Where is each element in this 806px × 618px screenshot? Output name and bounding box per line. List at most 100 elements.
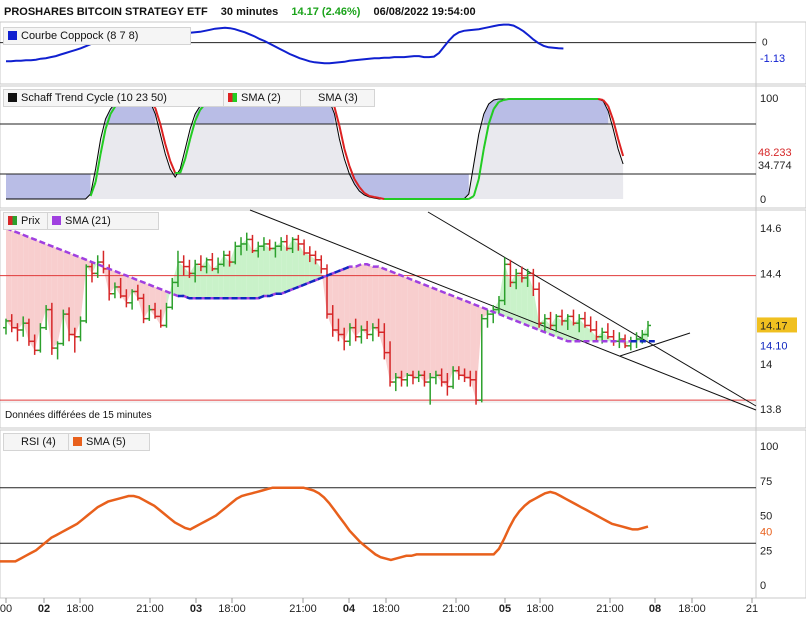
price-change: 14.17 (2.46%) [291, 6, 361, 18]
interval-label: 30 minutes [220, 6, 279, 18]
price-sma-fill [292, 239, 299, 290]
instrument-name: PROSHARES BITCOIN STRATEGY ETF [4, 6, 208, 18]
price-sma-fill [11, 230, 18, 330]
legend-coppock-label: Courbe Coppock (8 7 8) [21, 30, 139, 42]
time-label: 18:00 [372, 603, 400, 615]
rsi-tick-label: 100 [760, 441, 778, 453]
time-label: 18:00 [218, 603, 246, 615]
legend-schaff-sma2[interactable]: SMA (2) [223, 89, 307, 107]
legend-prix[interactable]: Prix [3, 212, 53, 230]
price-sma-fill [424, 284, 431, 383]
time-label: 21:00 [596, 603, 624, 615]
rsi-tick-label: 0 [760, 580, 766, 592]
price-sma-fill [418, 282, 425, 383]
time-label: 08 [649, 603, 661, 615]
legend-rsi-sma[interactable]: SMA (5) [68, 433, 150, 451]
schaff-sma2-segment [374, 196, 380, 199]
schaff-last-value: 34.774 [758, 160, 792, 172]
price-sma-fill [390, 271, 396, 383]
price-tick-label: 14 [760, 359, 772, 371]
price-sma-fill [241, 239, 247, 299]
time-label: 03 [190, 603, 202, 615]
price-sma-fill [349, 266, 356, 337]
price-sma-fill [332, 271, 339, 335]
sma21-swatch-icon [52, 216, 61, 225]
legend-rsi-sma-label: SMA (5) [86, 436, 126, 448]
price-sma-fill [372, 266, 379, 333]
coppock-last-value: -1.13 [760, 53, 785, 65]
price-sma-fill [195, 264, 201, 299]
rsi-tick-label: 25 [760, 545, 772, 557]
time-label: 21 [746, 603, 758, 615]
price-sma-fill [464, 300, 471, 380]
price-sma-fill [441, 291, 448, 387]
price-sma-fill [23, 234, 29, 342]
price-tick-label: 14.4 [760, 268, 781, 280]
schaff-sma2-segment [598, 98, 604, 101]
legend-price-sma-label: SMA (21) [65, 215, 111, 227]
last-price-value: 14.17 [760, 320, 788, 332]
price-sma-fill [447, 293, 454, 387]
legend-prix-label: Prix [21, 215, 40, 227]
price-sma-fill [275, 241, 282, 294]
price-sma-fill [401, 275, 408, 380]
schaff-sma2-segment [503, 98, 509, 101]
price-tick-label: 13.8 [760, 404, 781, 416]
schaff-last-sma: 48.233 [758, 147, 792, 159]
schaff-swatch-icon [8, 93, 17, 102]
legend-schaff-label: Schaff Trend Cycle (10 23 50) [21, 92, 167, 104]
price-sma-fill [435, 289, 442, 383]
price-sma-fill [17, 232, 24, 330]
price-tick-label: 14.6 [760, 223, 781, 235]
price-sma-fill [395, 273, 402, 380]
rsi-tick-label: 50 [760, 511, 772, 523]
price-sma-fill [223, 255, 230, 299]
time-label: 21:00 [442, 603, 470, 615]
rsi-sma-swatch-icon [73, 437, 82, 446]
candle-swatch-icon [8, 216, 17, 225]
time-label: 18:00 [678, 603, 706, 615]
price-sma-fill [361, 264, 368, 335]
legend-rsi[interactable]: RSI (4) [3, 433, 71, 451]
price-sma-fill [304, 253, 310, 285]
rsi-tick-label: 75 [760, 476, 772, 488]
price-sma-fill [430, 286, 436, 378]
legend-price-sma[interactable]: SMA (21) [47, 212, 159, 230]
time-label: 02 [38, 603, 50, 615]
time-label: 21:00 [136, 603, 164, 615]
schaff-sma2-segment [369, 195, 375, 198]
legend-sma3-label: SMA (3) [318, 92, 358, 104]
time-label: 04 [343, 603, 356, 615]
panel-frame-3 [0, 429, 806, 599]
price-sma-fill [28, 237, 35, 351]
price-sma-fill [252, 246, 259, 299]
price-sma-fill [338, 268, 345, 342]
price-sma-fill [453, 296, 459, 376]
coppock-swatch-icon [8, 31, 17, 40]
schaff-tick-100: 100 [760, 93, 778, 105]
schaff-tick-0: 0 [760, 194, 766, 206]
legend-schaff[interactable]: Schaff Trend Cycle (10 23 50) [3, 89, 229, 107]
last-sma-value: 14.10 [760, 340, 788, 352]
sma2-swatch-icon [228, 93, 237, 102]
time-label: 18:00 [526, 603, 554, 615]
price-sma-fill [51, 246, 58, 349]
price-sma-fill [263, 243, 270, 297]
price-sma-fill [281, 241, 287, 294]
price-sma-fill [69, 253, 75, 337]
legend-schaff-sma3[interactable]: SMA (3) [300, 89, 375, 107]
price-sma-fill [367, 264, 373, 335]
price-sma-fill [286, 239, 293, 292]
time-label: 00 [0, 603, 12, 615]
price-sma-fill [177, 262, 184, 297]
legend-coppock[interactable]: Courbe Coppock (8 7 8) [3, 27, 191, 45]
chart-header: PROSHARES BITCOIN STRATEGY ETF 30 minute… [4, 6, 486, 18]
legend-sma2-label: SMA (2) [241, 92, 281, 104]
time-label: 21:00 [289, 603, 317, 615]
time-label: 05 [499, 603, 511, 615]
delay-note: Données différées de 15 minutes [5, 410, 152, 421]
coppock-tick-label: 0 [762, 38, 768, 49]
price-sma-fill [458, 298, 465, 378]
timestamp: 06/08/2022 19:54:00 [373, 6, 476, 18]
rsi-swatch-icon [8, 437, 17, 446]
